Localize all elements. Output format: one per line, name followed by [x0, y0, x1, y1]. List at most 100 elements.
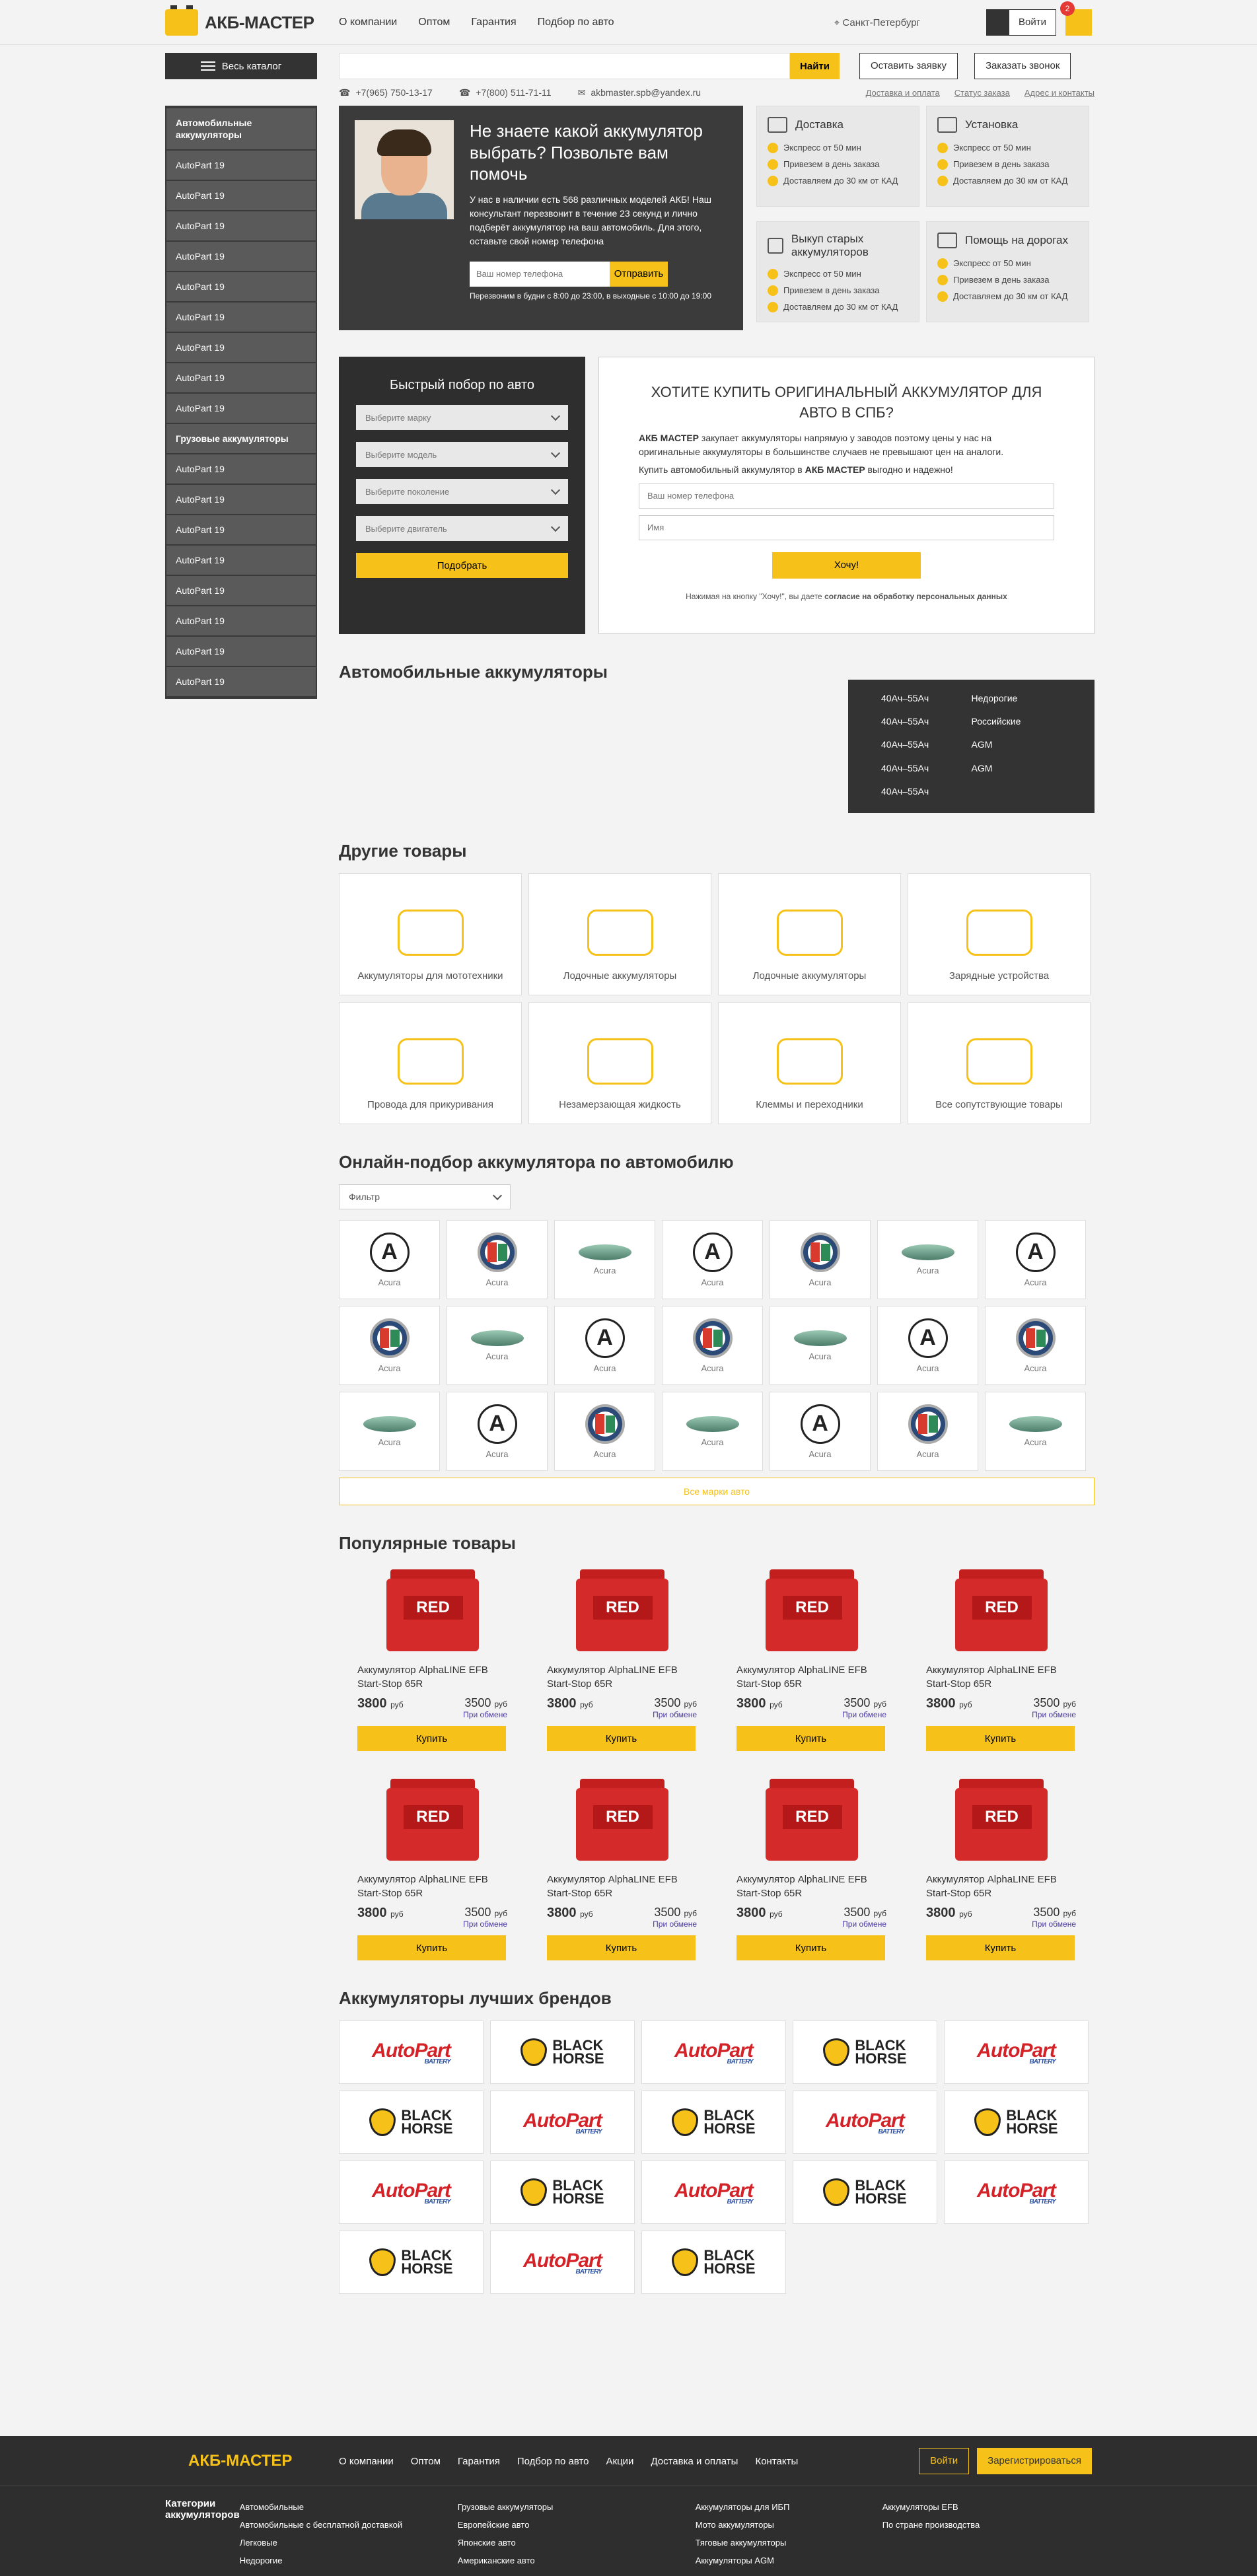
catalog-item[interactable]: AutoPart 19: [166, 394, 316, 423]
footer-nav-item[interactable]: Контакты: [755, 2456, 798, 2467]
car-brand-card[interactable]: Acura: [339, 1306, 440, 1385]
catalog-item[interactable]: AutoPart 19: [166, 333, 316, 362]
search-button[interactable]: Найти: [790, 53, 840, 79]
blackhorse-brand-card[interactable]: BLACK HORSE: [944, 2091, 1089, 2154]
product-name[interactable]: Аккумулятор AlphaLINE EFB Start-Stop 65R: [926, 1663, 1076, 1692]
battery-image[interactable]: RED: [954, 1565, 1048, 1651]
type-link[interactable]: Недорогие: [972, 693, 1062, 707]
user-icon[interactable]: [986, 9, 1009, 36]
buy-button[interactable]: Купить: [736, 1726, 885, 1751]
battery-image[interactable]: RED: [765, 1775, 858, 1861]
battery-image[interactable]: RED: [575, 1775, 668, 1861]
catalog-item[interactable]: AutoPart 19: [166, 272, 316, 301]
catalog-item[interactable]: AutoPart 19: [166, 151, 316, 180]
blackhorse-brand-card[interactable]: BLACK HORSE: [641, 2231, 786, 2294]
service-card[interactable]: Выкуп старых аккумуляторов Экспресс от 5…: [756, 221, 919, 322]
goods-card[interactable]: Клеммы и переходники: [718, 1002, 901, 1124]
product-name[interactable]: Аккумулятор AlphaLINE EFB Start-Stop 65R: [547, 1663, 697, 1692]
phone-2[interactable]: ☎ +7(800) 511-71-11: [459, 87, 552, 98]
cart-button[interactable]: 2: [1060, 1, 1092, 36]
order-call-button[interactable]: Заказать звонок: [974, 53, 1071, 79]
type-link[interactable]: AGM: [972, 739, 1062, 753]
buy-button[interactable]: Купить: [736, 1935, 885, 1960]
service-card[interactable]: Установка Экспресс от 50 мин Привезем в д…: [926, 106, 1089, 207]
blackhorse-brand-card[interactable]: BLACK HORSE: [641, 2091, 786, 2154]
autopart-brand-card[interactable]: AutoPart BATTERY: [339, 2161, 484, 2224]
footer-link[interactable]: Автомобильные: [240, 2498, 458, 2516]
blackhorse-brand-card[interactable]: BLACK HORSE: [793, 2021, 937, 2084]
select-model[interactable]: Выберите модель: [356, 442, 568, 467]
autopart-brand-card[interactable]: AutoPart BATTERY: [944, 2021, 1089, 2084]
blackhorse-brand-card[interactable]: BLACK HORSE: [793, 2161, 937, 2224]
all-catalog-button[interactable]: Весь каталог: [165, 53, 317, 79]
footer-nav-item[interactable]: Подбор по авто: [517, 2456, 589, 2467]
footer-link[interactable]: Американские авто: [458, 2552, 696, 2569]
buy-button[interactable]: Купить: [926, 1726, 1075, 1751]
leave-request-button[interactable]: Оставить заявку: [859, 53, 958, 79]
battery-image[interactable]: RED: [575, 1565, 668, 1651]
footer-nav-item[interactable]: Акции: [606, 2456, 634, 2467]
buy-button[interactable]: Купить: [357, 1935, 506, 1960]
footer-link[interactable]: Недорогие: [240, 2552, 458, 2569]
car-brand-card[interactable]: Acura: [554, 1220, 655, 1299]
product-name[interactable]: Аккумулятор AlphaLINE EFB Start-Stop 65R: [736, 1663, 886, 1692]
buy-button[interactable]: Купить: [547, 1935, 696, 1960]
link-delivery[interactable]: Доставка и оплата: [866, 88, 940, 98]
battery-image[interactable]: RED: [954, 1775, 1048, 1861]
car-brand-card[interactable]: A Acura: [662, 1220, 763, 1299]
type-link[interactable]: AGM: [972, 763, 1062, 777]
all-brands-button[interactable]: Все марки авто: [339, 1478, 1095, 1505]
autopart-brand-card[interactable]: AutoPart BATTERY: [490, 2231, 635, 2294]
car-brand-card[interactable]: Acura: [662, 1306, 763, 1385]
footer-nav-item[interactable]: Доставка и оплаты: [651, 2456, 738, 2467]
service-card[interactable]: Помощь на дорогах Экспресс от 50 мин Прив…: [926, 221, 1089, 322]
send-button[interactable]: Отправить: [610, 261, 668, 287]
logo[interactable]: АКБ-МАСТЕР: [165, 5, 339, 36]
buy-phone-input[interactable]: [639, 483, 1054, 509]
catalog-item[interactable]: AutoPart 19: [166, 211, 316, 240]
goods-card[interactable]: Провода для прикуривания: [339, 1002, 522, 1124]
car-brand-card[interactable]: A Acura: [447, 1392, 548, 1471]
blackhorse-brand-card[interactable]: BLACK HORSE: [339, 2231, 484, 2294]
nav-warranty[interactable]: Гарантия: [471, 17, 516, 28]
footer-link[interactable]: Аккумуляторы для ИБП: [696, 2498, 882, 2516]
catalog-item[interactable]: AutoPart 19: [166, 667, 316, 696]
car-brand-card[interactable]: Acura: [339, 1392, 440, 1471]
capacity-link[interactable]: 40Ач–55Ач: [881, 763, 972, 777]
phone-1[interactable]: ☎ +7(965) 750-13-17: [339, 87, 433, 98]
car-brand-card[interactable]: Acura: [662, 1392, 763, 1471]
catalog-item[interactable]: AutoPart 19: [166, 242, 316, 271]
blackhorse-brand-card[interactable]: BLACK HORSE: [339, 2091, 484, 2154]
footer-link[interactable]: По стране производства: [882, 2516, 1100, 2534]
autopart-brand-card[interactable]: AutoPart BATTERY: [793, 2091, 937, 2154]
footer-nav-item[interactable]: Оптом: [411, 2456, 441, 2467]
catalog-item[interactable]: AutoPart 19: [166, 637, 316, 666]
footer-login-button[interactable]: Войти: [919, 2448, 970, 2474]
car-brand-card[interactable]: A Acura: [554, 1306, 655, 1385]
battery-image[interactable]: RED: [765, 1565, 858, 1651]
footer-link[interactable]: Мото аккумуляторы: [696, 2516, 882, 2534]
service-card[interactable]: Доставка Экспресс от 50 мин Привезем в де…: [756, 106, 919, 207]
blackhorse-brand-card[interactable]: BLACK HORSE: [490, 2161, 635, 2224]
autopart-brand-card[interactable]: AutoPart BATTERY: [490, 2091, 635, 2154]
want-button[interactable]: Хочу!: [772, 552, 921, 579]
car-brand-card[interactable]: A Acura: [770, 1392, 871, 1471]
footer-link[interactable]: Японские авто: [458, 2534, 696, 2552]
capacity-link[interactable]: 40Ач–55Ач: [881, 693, 972, 707]
catalog-item[interactable]: AutoPart 19: [166, 303, 316, 332]
capacity-link[interactable]: 40Ач–55Ач: [881, 786, 972, 800]
select-engine[interactable]: Выберите двигатель: [356, 516, 568, 541]
car-brand-card[interactable]: A Acura: [339, 1220, 440, 1299]
buy-name-input[interactable]: [639, 515, 1054, 540]
select-make[interactable]: Выберите марку: [356, 405, 568, 430]
search-input[interactable]: [339, 53, 790, 79]
autopart-brand-card[interactable]: AutoPart BATTERY: [641, 2021, 786, 2084]
catalog-item[interactable]: AutoPart 19: [166, 606, 316, 635]
catalog-item[interactable]: AutoPart 19: [166, 454, 316, 483]
catalog-item[interactable]: AutoPart 19: [166, 181, 316, 210]
consent-link[interactable]: согласие на обработку персональных данны…: [824, 592, 1007, 601]
product-name[interactable]: Аккумулятор AlphaLINE EFB Start-Stop 65R: [926, 1873, 1076, 1902]
footer-link[interactable]: Легковые: [240, 2534, 458, 2552]
catalog-item[interactable]: AutoPart 19: [166, 515, 316, 544]
footer-link[interactable]: Европейские авто: [458, 2516, 696, 2534]
